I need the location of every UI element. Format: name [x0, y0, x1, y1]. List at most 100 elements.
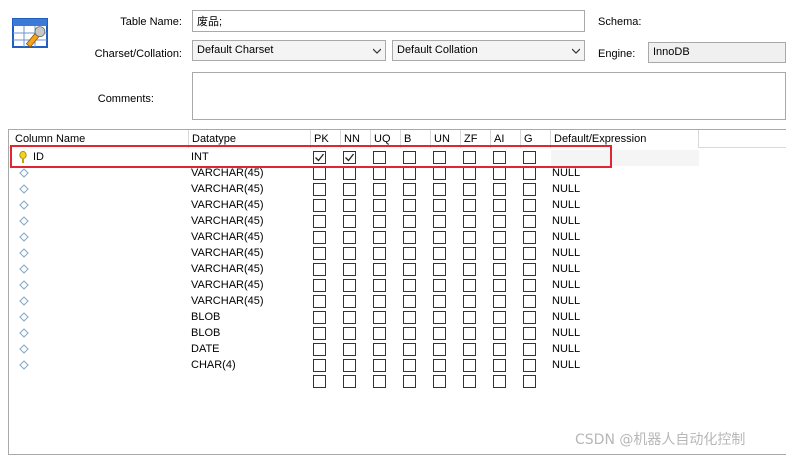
g-checkbox[interactable] — [523, 327, 536, 340]
b-checkbox[interactable] — [403, 343, 416, 356]
table-row[interactable]: VARCHAR(45) NULL — [9, 198, 609, 214]
uq-checkbox[interactable] — [373, 183, 386, 196]
default-value-cell[interactable]: NULL — [552, 263, 580, 275]
zf-checkbox[interactable] — [463, 375, 476, 388]
zf-checkbox[interactable] — [463, 215, 476, 228]
datatype-cell[interactable]: VARCHAR(45) — [191, 263, 264, 275]
pk-checkbox[interactable] — [313, 359, 326, 372]
ai-checkbox[interactable] — [493, 263, 506, 276]
new-row-placeholder[interactable] — [9, 374, 609, 390]
ai-checkbox[interactable] — [493, 359, 506, 372]
collation-select[interactable]: Default Collation — [392, 40, 585, 61]
ai-checkbox[interactable] — [493, 327, 506, 340]
datatype-cell[interactable]: CHAR(4) — [191, 359, 236, 371]
uq-checkbox[interactable] — [373, 359, 386, 372]
uq-checkbox[interactable] — [373, 375, 386, 388]
b-checkbox[interactable] — [403, 311, 416, 324]
zf-checkbox[interactable] — [463, 247, 476, 260]
b-checkbox[interactable] — [403, 231, 416, 244]
datatype-cell[interactable]: VARCHAR(45) — [191, 215, 264, 227]
pk-checkbox[interactable] — [313, 343, 326, 356]
datatype-cell[interactable]: VARCHAR(45) — [191, 247, 264, 259]
b-checkbox[interactable] — [403, 199, 416, 212]
table-row[interactable]: BLOB NULL — [9, 326, 609, 342]
default-value-cell[interactable]: NULL — [552, 295, 580, 307]
comments-textarea[interactable] — [192, 72, 786, 120]
un-checkbox[interactable] — [433, 263, 446, 276]
b-checkbox[interactable] — [403, 279, 416, 292]
nn-checkbox[interactable] — [343, 167, 356, 180]
pk-checkbox[interactable] — [313, 215, 326, 228]
un-checkbox[interactable] — [433, 199, 446, 212]
default-value-cell[interactable]: NULL — [552, 311, 580, 323]
un-checkbox[interactable] — [433, 231, 446, 244]
un-checkbox[interactable] — [433, 279, 446, 292]
ai-checkbox[interactable] — [493, 199, 506, 212]
un-checkbox[interactable] — [433, 343, 446, 356]
b-checkbox[interactable] — [403, 167, 416, 180]
uq-checkbox[interactable] — [373, 343, 386, 356]
uq-checkbox[interactable] — [373, 263, 386, 276]
default-value-cell[interactable]: NULL — [552, 327, 580, 339]
pk-checkbox[interactable] — [313, 247, 326, 260]
default-value-cell[interactable]: NULL — [552, 247, 580, 259]
pk-checkbox[interactable] — [313, 183, 326, 196]
uq-checkbox[interactable] — [373, 199, 386, 212]
un-checkbox[interactable] — [433, 247, 446, 260]
b-checkbox[interactable] — [403, 375, 416, 388]
g-checkbox[interactable] — [523, 263, 536, 276]
default-value-cell[interactable]: NULL — [552, 359, 580, 371]
uq-checkbox[interactable] — [373, 295, 386, 308]
datatype-cell[interactable]: VARCHAR(45) — [191, 231, 264, 243]
un-checkbox[interactable] — [433, 295, 446, 308]
default-value-cell[interactable]: NULL — [552, 343, 580, 355]
ai-checkbox[interactable] — [493, 231, 506, 244]
g-checkbox[interactable] — [523, 359, 536, 372]
zf-checkbox[interactable] — [463, 343, 476, 356]
table-row[interactable]: VARCHAR(45) NULL — [9, 246, 609, 262]
nn-checkbox[interactable] — [343, 247, 356, 260]
datatype-cell[interactable]: VARCHAR(45) — [191, 167, 264, 179]
default-value-cell[interactable]: NULL — [552, 231, 580, 243]
uq-checkbox[interactable] — [373, 231, 386, 244]
g-checkbox[interactable] — [523, 199, 536, 212]
table-row[interactable]: VARCHAR(45) NULL — [9, 182, 609, 198]
datatype-cell[interactable]: DATE — [191, 343, 220, 355]
un-checkbox[interactable] — [433, 167, 446, 180]
datatype-cell[interactable]: VARCHAR(45) — [191, 199, 264, 211]
nn-checkbox[interactable] — [343, 375, 356, 388]
un-checkbox[interactable] — [433, 327, 446, 340]
ai-checkbox[interactable] — [493, 247, 506, 260]
ai-checkbox[interactable] — [493, 375, 506, 388]
un-checkbox[interactable] — [433, 183, 446, 196]
zf-checkbox[interactable] — [463, 327, 476, 340]
table-row[interactable]: VARCHAR(45) NULL — [9, 278, 609, 294]
nn-checkbox[interactable] — [343, 279, 356, 292]
default-value-cell[interactable]: NULL — [552, 199, 580, 211]
pk-checkbox[interactable] — [313, 263, 326, 276]
un-checkbox[interactable] — [433, 311, 446, 324]
nn-checkbox[interactable] — [343, 183, 356, 196]
ai-checkbox[interactable] — [493, 167, 506, 180]
zf-checkbox[interactable] — [463, 295, 476, 308]
uq-checkbox[interactable] — [373, 215, 386, 228]
uq-checkbox[interactable] — [373, 279, 386, 292]
table-row[interactable]: VARCHAR(45) NULL — [9, 230, 609, 246]
uq-checkbox[interactable] — [373, 167, 386, 180]
zf-checkbox[interactable] — [463, 311, 476, 324]
pk-checkbox[interactable] — [313, 231, 326, 244]
table-row[interactable]: VARCHAR(45) NULL — [9, 294, 609, 310]
pk-checkbox[interactable] — [313, 199, 326, 212]
b-checkbox[interactable] — [403, 327, 416, 340]
zf-checkbox[interactable] — [463, 167, 476, 180]
table-row[interactable]: VARCHAR(45) NULL — [9, 166, 609, 182]
uq-checkbox[interactable] — [373, 327, 386, 340]
table-row[interactable]: VARCHAR(45) NULL — [9, 214, 609, 230]
ai-checkbox[interactable] — [493, 343, 506, 356]
b-checkbox[interactable] — [403, 247, 416, 260]
datatype-cell[interactable]: VARCHAR(45) — [191, 295, 264, 307]
nn-checkbox[interactable] — [343, 215, 356, 228]
ai-checkbox[interactable] — [493, 311, 506, 324]
datatype-cell[interactable]: VARCHAR(45) — [191, 183, 264, 195]
ai-checkbox[interactable] — [493, 295, 506, 308]
